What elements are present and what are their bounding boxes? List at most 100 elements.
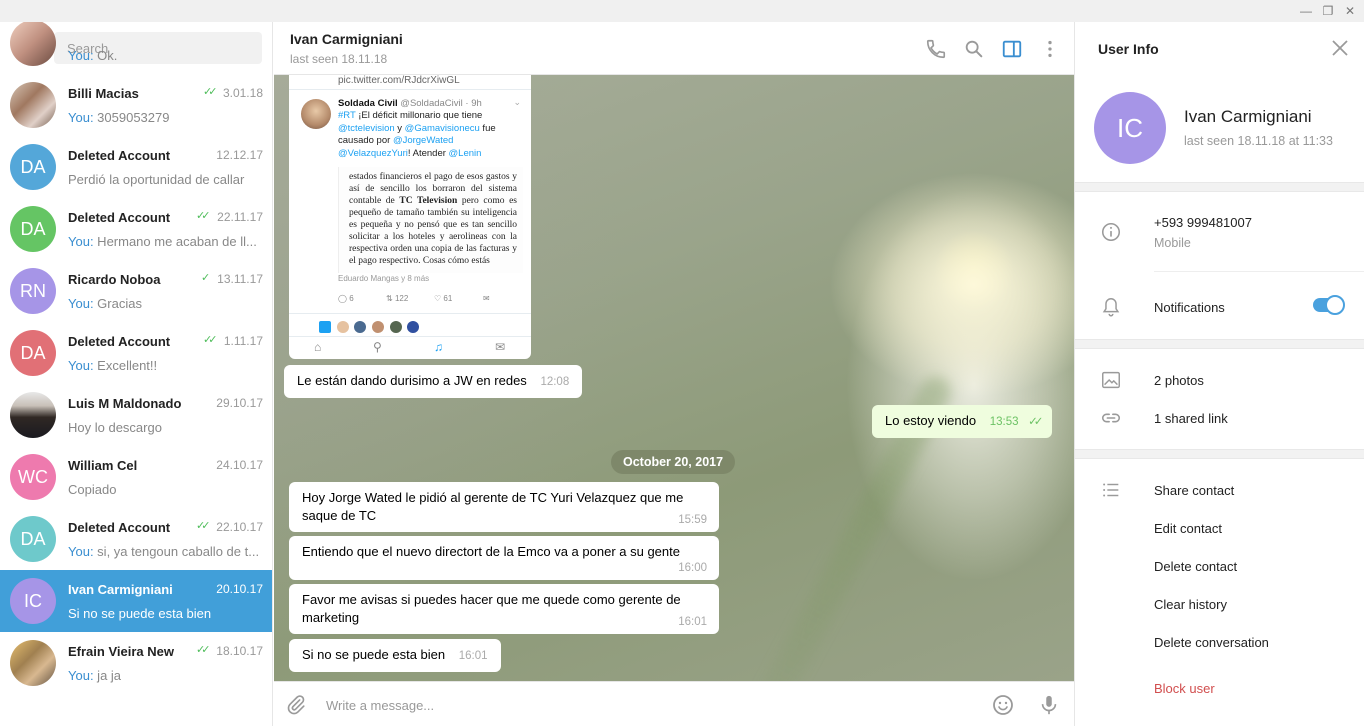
read-check-icon: ✓✓ [196, 520, 211, 532]
dialog-preview: You: Hermano me acaban de ll... [68, 234, 257, 249]
dialog-item[interactable]: Efrain Vieira New ✓✓ 18.10.17 You: ja ja [0, 632, 272, 694]
message-time: 12:08 [540, 376, 570, 388]
clear-history-button[interactable]: Clear history [1154, 597, 1227, 612]
info-icon [1101, 222, 1121, 242]
dialog-item[interactable]: You: Ok. [0, 22, 272, 74]
edit-contact-button[interactable]: Edit contact [1154, 521, 1222, 536]
section-divider [1075, 182, 1364, 192]
bell-icon [1102, 298, 1120, 317]
dialog-item[interactable]: RN Ricardo Noboa ✓ 13.11.17 You: Gracias [0, 260, 272, 322]
shared-links[interactable]: 1 shared link [1154, 411, 1228, 426]
microphone-icon[interactable] [1038, 693, 1060, 717]
dialog-item[interactable]: Luis M Maldonado 29.10.17 Hoy lo descarg… [0, 384, 272, 446]
reply-icon: ◯ 6 [338, 294, 354, 303]
tweet-avatar [301, 99, 331, 129]
dialog-preview: You: Excellent!! [68, 358, 158, 373]
mail-icon: ✉ [495, 340, 506, 354]
block-user-button[interactable]: Block user [1154, 681, 1215, 696]
delete-contact-button[interactable]: Delete contact [1154, 559, 1237, 574]
dialog-item[interactable]: DA Deleted Account 12.12.17 Perdió la op… [0, 136, 272, 198]
home-icon: ⌂ [314, 340, 322, 354]
tweet-avatars-row [319, 321, 421, 333]
avatar: WC [10, 454, 56, 500]
avatar [10, 82, 56, 128]
message-incoming[interactable]: Si no se puede esta bien 16:01 [289, 639, 501, 672]
row-divider [1154, 271, 1364, 272]
search-icon: ⚲ [373, 340, 382, 354]
message-text: Lo estoy viendo [885, 413, 977, 428]
dialog-item-active[interactable]: IC Ivan Carmigniani 20.10.17 Si no se pu… [0, 570, 272, 632]
dialogs-sidebar: You: Ok. Billi Macias ✓✓ 3.01.18 You: 30… [0, 22, 273, 726]
sidebar-toggle-icon[interactable] [1001, 38, 1023, 60]
link-icon [1101, 413, 1121, 423]
dialog-name: Ricardo Noboa [68, 272, 161, 287]
profile-last-seen: last seen 18.11.18 at 11:33 [1184, 134, 1333, 148]
more-menu-icon[interactable] [1039, 38, 1061, 60]
dialog-item[interactable]: DA Deleted Account ✓✓ 22.11.17 You: Herm… [0, 198, 272, 260]
dialog-name: Deleted Account [68, 334, 171, 349]
message-time: 16:00 [678, 562, 707, 574]
photo-icon [1102, 371, 1120, 389]
window-titlebar: — ❐ ✕ [0, 0, 1364, 22]
message-outgoing[interactable]: Lo estoy viendo 13:53 ✓✓ [872, 405, 1053, 438]
avatar [407, 321, 420, 333]
phone-number[interactable]: +593 999481007 [1154, 215, 1252, 230]
dialog-date: 22.11.17 [217, 210, 263, 224]
message-text: Hoy Jorge Wated le pidió al gerente de T… [302, 490, 684, 523]
bell-icon: ♫ [434, 340, 443, 354]
dialog-name: Deleted Account [68, 210, 171, 225]
message-incoming[interactable]: Favor me avisas si puedes hacer que me q… [289, 584, 719, 634]
toggle-knob [1325, 295, 1345, 315]
dialog-preview: You: si, ya tengoun caballo de t... [68, 544, 260, 559]
dialog-preview: Perdió la oportunidad de callar [68, 172, 245, 187]
chat-title[interactable]: Ivan Carmigniani [290, 31, 403, 47]
phone-icon[interactable] [925, 38, 947, 60]
dialog-name: Efrain Vieira New [68, 644, 174, 659]
avatar: DA [10, 330, 56, 376]
avatar [354, 321, 367, 333]
photo-message[interactable]: pic.twitter.com/RJdcrXiwGL Soldada Civil… [289, 75, 531, 359]
dialog-date: 22.10.17 [216, 520, 263, 534]
dialog-date: 29.10.17 [216, 396, 263, 410]
dialog-preview: You: 3059053279 [68, 110, 170, 125]
mail-icon: ✉ [483, 294, 490, 303]
dialog-name: Deleted Account [68, 148, 171, 163]
chat-status: last seen 18.11.18 [290, 52, 388, 66]
delete-conversation-button[interactable]: Delete conversation [1154, 635, 1269, 650]
message-input[interactable] [326, 694, 976, 716]
message-incoming[interactable]: Entiendo que el nuevo directort de la Em… [289, 536, 719, 580]
dialog-preview: Si no se puede esta bien [68, 606, 212, 621]
minimize-icon[interactable]: — [1296, 1, 1316, 21]
shared-photos[interactable]: 2 photos [1154, 373, 1204, 388]
message-text: Si no se puede esta bien [302, 647, 446, 662]
panel-title: User Info [1098, 41, 1159, 57]
message-time: 15:59 [678, 514, 707, 526]
message-text: Le están dando durisimo a JW en redes [297, 373, 527, 388]
avatar: RN [10, 268, 56, 314]
tweet-image-caption: Eduardo Mangas y 8 más [338, 274, 430, 283]
dialog-item[interactable]: WC William Cel 24.10.17 Copiado [0, 446, 272, 508]
notifications-toggle[interactable] [1313, 295, 1345, 315]
avatar [371, 321, 384, 333]
emoji-icon[interactable] [991, 693, 1015, 717]
tweet-divider [289, 89, 531, 90]
message-time: 16:01 [458, 650, 488, 662]
close-window-icon[interactable]: ✕ [1340, 1, 1360, 21]
close-icon[interactable] [1331, 39, 1349, 57]
dialog-preview: You: Ok. [68, 48, 118, 63]
dialog-name: Billi Macias [68, 86, 139, 101]
message-incoming[interactable]: Hoy Jorge Wated le pidió al gerente de T… [289, 482, 719, 532]
dialog-item[interactable]: DA Deleted Account ✓✓ 1.11.17 You: Excel… [0, 322, 272, 384]
restore-icon[interactable]: ❐ [1318, 1, 1338, 21]
profile-avatar[interactable]: IC [1094, 92, 1166, 164]
dialog-item[interactable]: Billi Macias ✓✓ 3.01.18 You: 3059053279 [0, 74, 272, 136]
message-time: 16:01 [678, 616, 707, 628]
chat-background: pic.twitter.com/RJdcrXiwGL Soldada Civil… [274, 75, 1074, 681]
search-icon[interactable] [963, 38, 985, 60]
attach-icon[interactable] [285, 694, 307, 716]
dialog-item[interactable]: DA Deleted Account ✓✓ 22.10.17 You: si, … [0, 508, 272, 570]
avatar [389, 321, 402, 333]
share-contact-button[interactable]: Share contact [1154, 483, 1234, 498]
message-incoming[interactable]: Le están dando durisimo a JW en redes 12… [284, 365, 583, 398]
tweet-divider [289, 313, 531, 314]
